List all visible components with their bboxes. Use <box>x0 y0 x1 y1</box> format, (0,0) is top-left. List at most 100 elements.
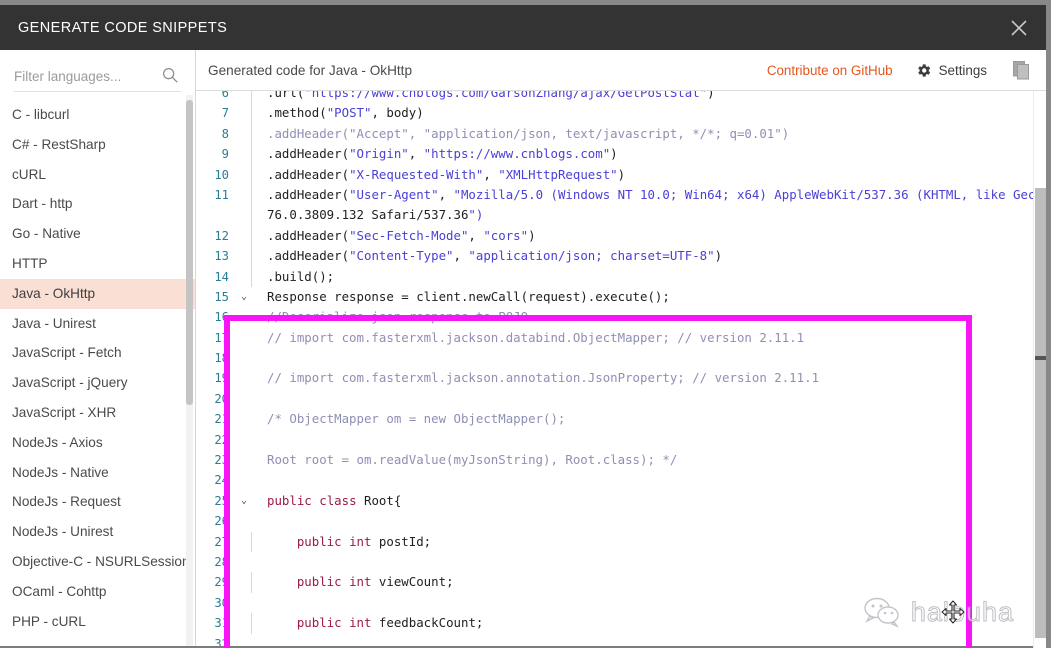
line-number: 11 <box>214 187 229 202</box>
settings-button[interactable]: Settings <box>915 62 1013 79</box>
code-line: 11 .addHeader("User-Agent", "Mozilla/5.0 … <box>196 184 1046 206</box>
code-line: 27 public int postId; <box>196 531 1046 552</box>
indent-guide <box>251 184 261 206</box>
sidebar-scrollbar-thumb[interactable] <box>186 100 193 405</box>
line-number: 31 <box>214 616 229 631</box>
code-editor[interactable]: 6 .url("https://www.cnblogs.com/GarsonZha… <box>196 91 1046 648</box>
code-text: .addHeader("Content-Type", "application/… <box>267 248 723 264</box>
code-text: .addHeader("X-Requested-With", "XMLHttpR… <box>267 166 626 182</box>
code-line: 29 public int viewCount; <box>196 572 1046 593</box>
contribute-on-github-link[interactable]: Contribute on GitHub <box>767 63 915 78</box>
code-line: 25 ⌄ public class Root{ <box>196 491 1046 511</box>
fold-gutter <box>238 511 250 531</box>
fold-toggle-icon[interactable]: ⌄ <box>238 287 250 307</box>
language-item[interactable]: HTTP <box>0 249 195 279</box>
copy-icon <box>1013 60 1029 79</box>
code-text: .addHeader("User-Agent", "Mozilla/5.0 (W… <box>267 186 1046 202</box>
code-line: 13 .addHeader("Content-Type", "applicatio… <box>196 246 1046 267</box>
line-number: 24 <box>214 473 229 488</box>
fold-gutter <box>238 552 250 572</box>
code-line: 30 <box>196 593 1046 613</box>
fold-gutter <box>238 103 250 123</box>
indent-guide <box>251 450 261 470</box>
indent-guide <box>251 328 261 348</box>
indent-guide <box>251 511 261 531</box>
language-item[interactable]: Objective-C - NSURLSession <box>0 547 195 577</box>
indent-guide <box>251 389 261 409</box>
line-number: 7 <box>221 106 229 121</box>
line-number: 10 <box>214 167 229 182</box>
language-item[interactable]: Dart - http <box>0 189 195 219</box>
code-line: 18 <box>196 348 1046 368</box>
code-text: .method("POST", body) <box>267 105 424 121</box>
code-line: 9 .addHeader("Origin", "https://www.cnblo… <box>196 144 1046 165</box>
language-item[interactable]: OCaml - Cohttp <box>0 577 195 607</box>
search-icon[interactable] <box>161 66 179 84</box>
indent-guide <box>251 409 261 429</box>
line-number: 27 <box>214 534 229 549</box>
filter-row <box>14 62 181 92</box>
indent-guide <box>251 307 261 327</box>
fold-gutter <box>238 593 250 613</box>
filter-languages-input[interactable] <box>14 69 154 84</box>
line-number: 8 <box>221 126 229 141</box>
language-item[interactable]: Java - OkHttp <box>0 278 195 309</box>
language-item[interactable]: PHP - cURL <box>0 607 195 637</box>
indent-guide <box>251 613 261 634</box>
code-scrollbar[interactable] <box>1033 91 1046 648</box>
code-line: 16 //Deserialize json response to POJO <box>196 307 1046 327</box>
line-number: 26 <box>214 514 229 529</box>
code-text: .build(); <box>267 268 335 284</box>
line-number: 20 <box>214 391 229 406</box>
line-number: 17 <box>214 330 229 345</box>
indent-guide <box>251 123 261 145</box>
code-line: 26 <box>196 511 1046 531</box>
language-item[interactable]: JavaScript - XHR <box>0 398 195 428</box>
indent-guide <box>251 348 261 368</box>
line-number: 29 <box>214 575 229 590</box>
code-text: // import com.fasterxml.jackson.annotati… <box>267 370 820 386</box>
fold-gutter <box>238 267 250 287</box>
code-text: public class Root{ <box>267 492 402 508</box>
code-line: 22 <box>196 430 1046 450</box>
language-item[interactable]: Go - Native <box>0 219 195 249</box>
code-text: /* ObjectMapper om = new ObjectMapper(); <box>267 411 566 427</box>
close-icon <box>1011 19 1027 36</box>
language-list[interactable]: C - libcurl C# - RestSharp cURL Dart - http… <box>0 100 195 648</box>
line-number: 6 <box>221 91 229 100</box>
language-item[interactable]: JavaScript - Fetch <box>0 338 195 368</box>
code-scrollbar-thumb[interactable] <box>1035 188 1046 638</box>
sidebar-scrollbar[interactable] <box>186 95 193 648</box>
code-line: 6 .url("https://www.cnblogs.com/GarsonZha… <box>196 91 1046 104</box>
indent-guide <box>251 552 261 572</box>
fold-gutter <box>238 613 250 633</box>
line-number: 18 <box>214 351 229 366</box>
indent-guide <box>251 531 261 552</box>
code-text: //Deserialize json response to POJO <box>267 309 529 325</box>
close-button[interactable] <box>992 5 1046 50</box>
language-item[interactable]: cURL <box>0 160 195 190</box>
line-number: 22 <box>214 432 229 447</box>
fold-gutter <box>238 226 250 246</box>
code-line: 31 public int feedbackCount; <box>196 613 1046 634</box>
indent-guide <box>251 246 261 267</box>
language-item[interactable]: NodeJs - Unirest <box>0 517 195 547</box>
language-item[interactable]: Java - Unirest <box>0 309 195 339</box>
code-pane: Generated code for Java - OkHttp Contrib… <box>196 50 1046 648</box>
line-number: 28 <box>214 554 229 569</box>
copy-to-clipboard-button[interactable] <box>1013 60 1046 80</box>
language-item[interactable]: C - libcurl <box>0 100 195 130</box>
language-item[interactable]: C# - RestSharp <box>0 130 195 160</box>
language-item[interactable]: JavaScript - jQuery <box>0 368 195 398</box>
language-item[interactable]: NodeJs - Native <box>0 458 195 488</box>
fold-toggle-icon[interactable]: ⌄ <box>238 491 250 511</box>
language-item[interactable]: NodeJs - Request <box>0 487 195 517</box>
indent-guide <box>251 368 261 388</box>
language-item[interactable]: NodeJs - Axios <box>0 428 195 458</box>
code-text: public int viewCount; <box>296 574 454 590</box>
fold-gutter <box>238 532 250 552</box>
line-number: 12 <box>214 228 229 243</box>
dialog-titlebar: GENERATE CODE SNIPPETS <box>0 5 1046 50</box>
